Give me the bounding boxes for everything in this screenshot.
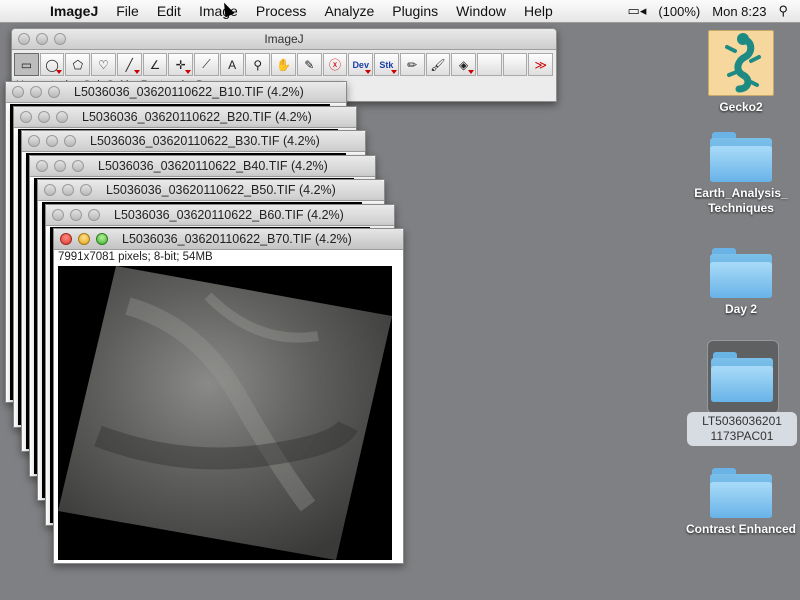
battery-percent: (100%): [658, 3, 701, 19]
desktop-icon-label: Contrast Enhanced: [686, 522, 797, 536]
gecko-app-icon: [708, 30, 774, 96]
battery-icon[interactable]: ▭◂: [628, 3, 647, 19]
stack-tool[interactable]: Stk: [374, 53, 399, 76]
desktop-icon-day-2[interactable]: Day 2: [686, 248, 796, 317]
desktop-icon-label: LT5036036201 1173PAC01: [687, 412, 797, 446]
image-window-titlebar[interactable]: L5036036_03620110622_B20.TIF (4.2%): [14, 106, 356, 128]
zoom-button[interactable]: [72, 159, 84, 172]
minimize-button[interactable]: [62, 184, 74, 196]
zoom-button[interactable]: [64, 135, 76, 147]
zoom-button[interactable]: [56, 110, 68, 123]
close-button[interactable]: [18, 33, 30, 45]
folder-icon: [711, 352, 773, 402]
tool-strip: ▭ ◯ ⬠ ♡ ╱ ∠ ✛ ⟋ A ⚲ ✋ ✎ ⓧ Dev Stk ✏ 🖌 ◈ ≫: [12, 50, 556, 76]
minimize-button[interactable]: [36, 33, 48, 45]
zoom-button[interactable]: [96, 233, 108, 245]
polygon-tool[interactable]: ⬠: [65, 53, 91, 76]
empty-tool-1[interactable]: [476, 53, 502, 76]
close-button[interactable]: [44, 184, 56, 196]
flood-fill-tool[interactable]: ◈: [451, 53, 476, 76]
image-window-titlebar[interactable]: L5036036_03620110622_B30.TIF (4.2%): [22, 131, 365, 152]
clock[interactable]: Mon 8:23: [712, 4, 766, 19]
minimize-button[interactable]: [54, 159, 66, 172]
close-button[interactable]: [28, 135, 40, 147]
zoom-button[interactable]: [54, 33, 66, 45]
rectangle-tool[interactable]: ▭: [14, 53, 39, 76]
menu-bar: ImageJ File Edit Image Process Analyze P…: [0, 0, 800, 23]
dev-tool[interactable]: Dev: [348, 53, 374, 76]
image-window-titlebar[interactable]: L5036036_03620110622_B10.TIF (4.2%): [6, 82, 346, 103]
dropper-tool[interactable]: ✎: [296, 53, 322, 76]
desktop-icon-gecko2[interactable]: Gecko2: [686, 30, 796, 115]
empty-tool-2[interactable]: [502, 53, 528, 76]
menu-app-imagej[interactable]: ImageJ: [42, 3, 107, 19]
image-window-titlebar[interactable]: L5036036_03620110622_B50.TIF (4.2%): [38, 180, 384, 201]
line-tool[interactable]: ╱: [116, 53, 142, 76]
image-window[interactable]: L5036036_03620110622_B70.TIF (4.2%) 7991x…: [53, 228, 404, 564]
text-tool[interactable]: A: [219, 53, 245, 76]
minimize-button[interactable]: [30, 86, 42, 98]
menu-analyze[interactable]: Analyze: [315, 3, 383, 19]
pencil-tool[interactable]: ✏: [399, 53, 425, 76]
image-window-title: L5036036_03620110622_B20.TIF (4.2%): [82, 109, 312, 124]
zoom-button[interactable]: [88, 208, 100, 221]
spotlight-search-icon[interactable]: ⚲: [778, 3, 788, 19]
minimize-button[interactable]: [46, 135, 58, 147]
image-window-title: L5036036_03620110622_B10.TIF (4.2%): [74, 85, 304, 99]
freehand-tool[interactable]: ♡: [91, 53, 116, 76]
menu-plugins[interactable]: Plugins: [383, 3, 447, 19]
more-tools[interactable]: ≫: [528, 53, 554, 76]
desktop-icon-lt5036036[interactable]: LT5036036201 1173PAC01: [687, 352, 797, 446]
menu-file[interactable]: File: [107, 3, 148, 19]
image-window-titlebar[interactable]: L5036036_03620110622_B40.TIF (4.2%): [30, 155, 375, 177]
image-window-title: L5036036_03620110622_B40.TIF (4.2%): [98, 158, 328, 173]
zoom-button[interactable]: [48, 86, 60, 98]
hand-tool[interactable]: ✋: [271, 53, 296, 76]
wand-tool[interactable]: ⟋: [194, 53, 219, 76]
desktop-icon-label: Earth_Analysis_ Techniques: [694, 186, 788, 215]
minimize-button[interactable]: [38, 110, 50, 123]
image-window-titlebar[interactable]: L5036036_03620110622_B70.TIF (4.2%): [54, 229, 403, 250]
folder-icon: [710, 132, 772, 182]
folder-icon: [710, 468, 772, 518]
image-info: 7991x7081 pixels; 8-bit; 54MB: [58, 251, 213, 263]
menu-process[interactable]: Process: [247, 3, 316, 19]
angle-tool[interactable]: ∠: [142, 53, 168, 76]
menu-help[interactable]: Help: [515, 3, 562, 19]
menu-image[interactable]: Image: [190, 3, 247, 19]
desktop-icon-contrast-enhanced[interactable]: Contrast Enhanced: [686, 468, 796, 537]
image-window-title: L5036036_03620110622_B50.TIF (4.2%): [106, 183, 336, 197]
magnifier-tool[interactable]: ⚲: [245, 53, 271, 76]
folder-icon: [710, 248, 772, 298]
satellite-image-canvas[interactable]: [58, 266, 392, 560]
desktop-icon-label: Day 2: [724, 302, 758, 316]
zoom-button[interactable]: [80, 184, 92, 196]
image-window-title: L5036036_03620110622_B70.TIF (4.2%): [122, 232, 352, 246]
minimize-button[interactable]: [70, 208, 82, 221]
minimize-button[interactable]: [78, 233, 90, 245]
menu-edit[interactable]: Edit: [148, 3, 190, 19]
close-button[interactable]: [12, 86, 24, 98]
close-button[interactable]: [36, 159, 48, 172]
toolbar-window-title: ImageJ: [264, 32, 304, 46]
clear-tool[interactable]: ⓧ: [322, 53, 348, 76]
close-button[interactable]: [60, 233, 72, 245]
brush-tool[interactable]: 🖌: [425, 53, 451, 76]
desktop-icon-label: Gecko2: [719, 100, 763, 114]
toolbar-window-titlebar[interactable]: ImageJ: [12, 29, 556, 50]
point-tool[interactable]: ✛: [168, 53, 194, 76]
oval-tool[interactable]: ◯: [39, 53, 65, 76]
menu-window[interactable]: Window: [447, 3, 515, 19]
close-button[interactable]: [52, 208, 64, 221]
image-window-title: L5036036_03620110622_B30.TIF (4.2%): [90, 134, 320, 148]
image-window-title: L5036036_03620110622_B60.TIF (4.2%): [114, 207, 344, 222]
close-button[interactable]: [20, 110, 32, 123]
desktop-icon-earth-analysis[interactable]: Earth_Analysis_ Techniques: [686, 132, 796, 216]
image-window-titlebar[interactable]: L5036036_03620110622_B60.TIF (4.2%): [46, 204, 394, 226]
